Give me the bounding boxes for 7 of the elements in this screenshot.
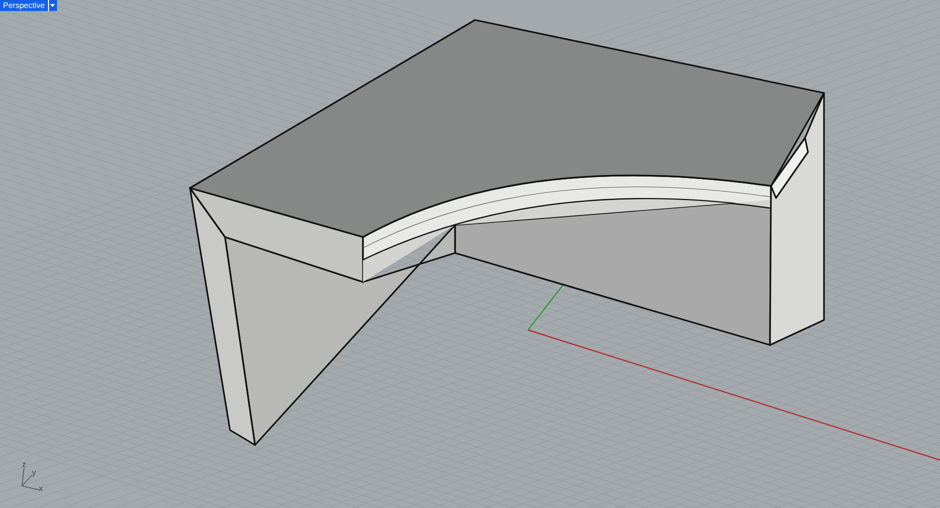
axis-label: x: [39, 485, 43, 493]
y-axis-line: [528, 284, 564, 330]
viewport-menu-button[interactable]: [48, 0, 57, 11]
axis-label: z: [22, 461, 26, 469]
axis-icon: [22, 468, 40, 490]
caret-icon: [50, 4, 56, 7]
axis-label: y: [32, 469, 36, 477]
